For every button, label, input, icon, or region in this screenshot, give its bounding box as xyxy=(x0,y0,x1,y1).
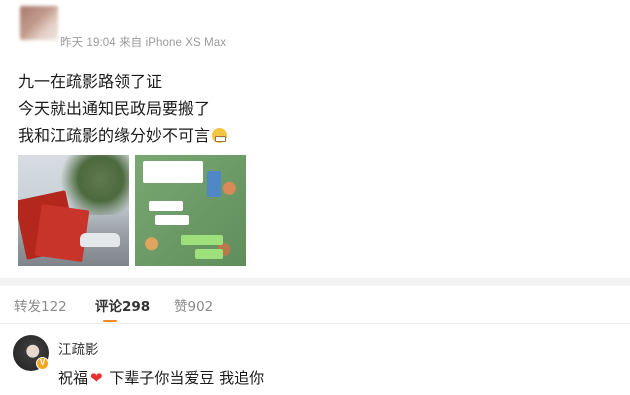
poster-avatar[interactable] xyxy=(20,6,58,40)
tab-repost[interactable]: 转发122 xyxy=(14,295,67,315)
car-shape xyxy=(80,233,120,247)
comment-item: V 江疏影 祝福 ❤ 下辈子你当爱豆 我追你 xyxy=(0,325,630,395)
interaction-tabs: 转发122 评论298 赞902 xyxy=(0,286,630,324)
tab-like[interactable]: 赞902 xyxy=(174,295,213,315)
chat-card xyxy=(207,171,221,197)
chat-bubble xyxy=(155,215,189,225)
post-meta: 昨天 19:04 来自 iPhone XS Max xyxy=(60,37,227,49)
marriage-certificate-photo[interactable] xyxy=(18,155,129,266)
active-tab-indicator xyxy=(103,320,117,322)
comment-text-start: 祝福 xyxy=(58,369,89,387)
post-line-3: 我和江疏影的缘分妙不可言 xyxy=(18,126,211,145)
chat-bubble-self xyxy=(195,249,223,259)
commenter-name[interactable]: 江疏影 xyxy=(58,338,99,358)
chat-bubble xyxy=(143,161,203,183)
chat-bubble xyxy=(149,201,183,211)
weibo-post: 昨天 19:04 来自 iPhone XS Max 九一在疏影路领了证 今天就出… xyxy=(0,0,630,278)
post-line-2: 今天就出通知民政局要搬了 xyxy=(18,99,211,118)
chat-screenshot-photo[interactable] xyxy=(135,155,246,266)
verified-badge-icon: V xyxy=(36,357,49,370)
post-line-3-wrap: 我和江疏影的缘分妙不可言 xyxy=(18,122,228,149)
certificate-shape-2 xyxy=(34,203,90,263)
comment-text-end: 下辈子你当爱豆 我追你 xyxy=(104,369,265,387)
comment-text: 祝福 ❤ 下辈子你当爱豆 我追你 xyxy=(58,367,264,388)
chat-bubble-self xyxy=(181,235,223,245)
post-line-1: 九一在疏影路领了证 xyxy=(18,72,163,91)
section-divider xyxy=(0,278,630,286)
tab-comment[interactable]: 评论298 xyxy=(95,295,150,315)
post-content: 九一在疏影路领了证 今天就出通知民政局要搬了 我和江疏影的缘分妙不可言 xyxy=(18,68,228,149)
heart-icon: ❤ xyxy=(90,369,103,387)
grimacing-face-icon xyxy=(212,128,228,143)
